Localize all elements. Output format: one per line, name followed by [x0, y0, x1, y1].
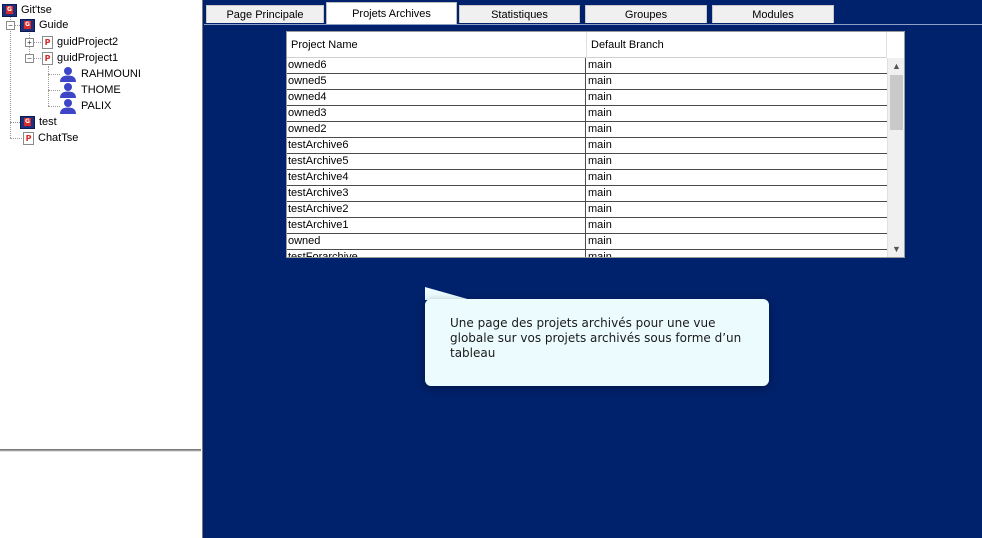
details-pane [0, 452, 201, 538]
cell-default-branch[interactable]: main [587, 122, 886, 137]
tree-item-user-thome[interactable]: THOME [59, 82, 121, 98]
column-header-project-name[interactable]: Project Name [287, 32, 587, 58]
tree-item-label: Guide [39, 19, 69, 31]
tree-item-label: THOME [81, 84, 121, 96]
tab-page-principale[interactable]: Page Principale [206, 5, 324, 23]
cell-default-branch[interactable]: main [587, 234, 886, 249]
left-panel: G Git'tse − G Guide + P guidProject2 − P… [0, 0, 203, 538]
cell-default-branch[interactable]: main [587, 74, 886, 89]
tree-item-guide[interactable]: G Guide [20, 17, 68, 33]
cell-project-name[interactable]: testArchive5 [287, 154, 586, 169]
table-row[interactable]: owned main [287, 234, 887, 250]
tab-statistiques[interactable]: Statistiques [459, 5, 580, 23]
tree-item-chattse[interactable]: P ChatTse [23, 130, 78, 146]
tree-item-user-palix[interactable]: PALIX [59, 98, 111, 114]
tree-item-guidproject2[interactable]: P guidProject2 [42, 34, 118, 50]
cell-project-name[interactable]: owned [287, 234, 586, 249]
tooltip-text: Une page des projets archivés pour une v… [450, 316, 742, 360]
cell-project-name[interactable]: testArchive1 [287, 218, 586, 233]
table-row[interactable]: testForarchive main [287, 250, 887, 257]
tab-modules[interactable]: Modules [712, 5, 834, 23]
cell-default-branch[interactable]: main [587, 138, 886, 153]
tree-item-label: PALIX [81, 100, 112, 112]
tree-item-label: guidProject2 [57, 36, 119, 48]
cell-project-name[interactable]: testArchive3 [287, 186, 586, 201]
cell-default-branch[interactable]: main [587, 154, 886, 169]
archived-projects-table[interactable]: Project Name Default Branch owned6 main … [286, 31, 905, 258]
table-row[interactable]: testArchive4 main [287, 170, 887, 186]
group-icon: G [20, 18, 35, 32]
cell-project-name[interactable]: owned3 [287, 106, 586, 121]
tree-item-label: ChatTse [38, 132, 79, 144]
user-icon [60, 99, 76, 114]
tooltip: Une page des projets archivés pour une v… [425, 299, 769, 386]
project-icon: P [42, 51, 53, 65]
table-row[interactable]: testArchive6 main [287, 138, 887, 154]
tree-item-test[interactable]: G test [20, 114, 57, 130]
tree-connector [48, 66, 49, 106]
scroll-down-icon[interactable]: ▼ [888, 241, 904, 257]
user-icon [60, 83, 76, 98]
project-tree[interactable]: G Git'tse − G Guide + P guidProject2 − P… [0, 0, 201, 450]
tree-item-root[interactable]: G Git'tse [2, 2, 52, 18]
cell-project-name[interactable]: owned2 [287, 122, 586, 137]
tree-item-user-rahmouni[interactable]: RAHMOUNI [59, 66, 141, 82]
table-header: Project Name Default Branch [287, 32, 887, 58]
tab-bar: Page Principale Projets Archives Statist… [204, 0, 982, 25]
table-row[interactable]: owned4 main [287, 90, 887, 106]
table-row[interactable]: testArchive1 main [287, 218, 887, 234]
cell-project-name[interactable]: testArchive2 [287, 202, 586, 217]
group-icon: G [2, 3, 17, 17]
tab-projets-archives[interactable]: Projets Archives [326, 2, 457, 24]
header-corner [887, 32, 904, 58]
tree-item-label: RAHMOUNI [81, 68, 141, 80]
tree-item-label: Git'tse [21, 4, 52, 16]
table-row[interactable]: testArchive2 main [287, 202, 887, 218]
table-row[interactable]: owned5 main [287, 74, 887, 90]
cell-default-branch[interactable]: main [587, 250, 886, 257]
table-row[interactable]: owned2 main [287, 122, 887, 138]
vertical-scrollbar[interactable]: ▲ ▼ [887, 58, 904, 257]
project-icon: P [42, 35, 53, 49]
cell-project-name[interactable]: testArchive4 [287, 170, 586, 185]
tree-connector [10, 138, 22, 139]
tree-item-label: guidProject1 [57, 52, 119, 64]
cell-project-name[interactable]: testArchive6 [287, 138, 586, 153]
cell-default-branch[interactable]: main [587, 170, 886, 185]
tree-connector [10, 122, 20, 123]
tree-item-guidproject1[interactable]: P guidProject1 [42, 50, 118, 66]
table-body: owned6 main owned5 main owned4 main owne… [287, 58, 887, 257]
table-row[interactable]: owned3 main [287, 106, 887, 122]
tree-connector [10, 17, 11, 138]
cell-default-branch[interactable]: main [587, 106, 886, 121]
tree-item-label: test [39, 116, 57, 128]
cell-project-name[interactable]: testForarchive [287, 250, 586, 257]
tab-divider [204, 24, 982, 25]
cell-default-branch[interactable]: main [587, 218, 886, 233]
tab-groupes[interactable]: Groupes [585, 5, 707, 23]
table-row[interactable]: owned6 main [287, 58, 887, 74]
table-row[interactable]: testArchive3 main [287, 186, 887, 202]
table-row[interactable]: testArchive5 main [287, 154, 887, 170]
scroll-thumb[interactable] [890, 75, 903, 130]
project-icon: P [23, 131, 34, 145]
cell-project-name[interactable]: owned5 [287, 74, 586, 89]
scroll-up-icon[interactable]: ▲ [888, 58, 904, 74]
cell-project-name[interactable]: owned6 [287, 58, 586, 73]
cell-project-name[interactable]: owned4 [287, 90, 586, 105]
cell-default-branch[interactable]: main [587, 90, 886, 105]
user-icon [60, 67, 76, 82]
cell-default-branch[interactable]: main [587, 202, 886, 217]
cell-default-branch[interactable]: main [587, 58, 886, 73]
column-header-default-branch[interactable]: Default Branch [587, 32, 887, 58]
expand-icon[interactable]: + [25, 38, 34, 47]
group-icon: G [20, 115, 35, 129]
collapse-icon[interactable]: − [25, 54, 34, 63]
collapse-icon[interactable]: − [6, 21, 15, 30]
cell-default-branch[interactable]: main [587, 186, 886, 201]
